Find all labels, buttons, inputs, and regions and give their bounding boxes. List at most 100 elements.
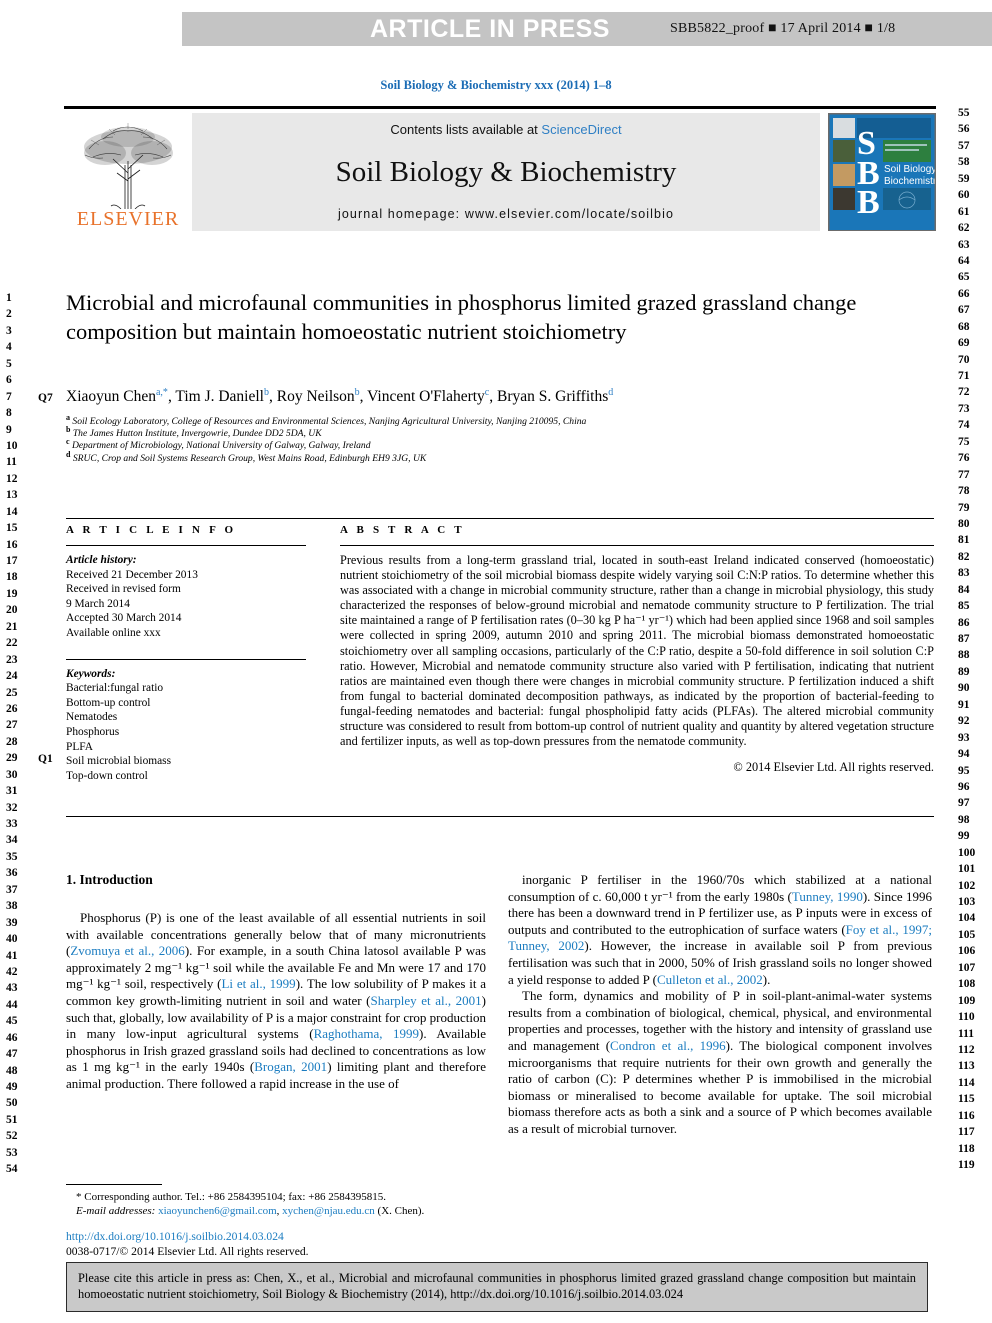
line-number: 89 xyxy=(958,665,970,678)
line-number: 103 xyxy=(958,896,976,908)
line-numbers-left: 1 2 3 4 5 6 7 8 9 10 11 12 13 14 15 16 17 18 19 20 21 22 23 24 2… xyxy=(6,290,36,1178)
line-number: 8 xyxy=(6,407,12,420)
line-number: 88 xyxy=(958,649,970,662)
line-number: 41 xyxy=(6,949,18,962)
contents-panel: Contents lists available at ScienceDirec… xyxy=(192,113,820,231)
author-list: Xiaoyun Chena,*, Tim J. Daniellb, Roy Ne… xyxy=(66,386,614,405)
article-history-item: 9 March 2014 xyxy=(66,597,130,610)
line-number: 6 xyxy=(6,374,12,387)
line-number: 86 xyxy=(958,616,970,629)
line-number: 3 xyxy=(6,324,12,337)
body-column-right: inorganic P fertiliser in the 1960/70s w… xyxy=(508,872,932,1138)
keywords-label: Keywords: xyxy=(66,667,116,680)
line-number: 115 xyxy=(958,1093,975,1106)
line-number: 19 xyxy=(6,587,18,600)
line-number: 114 xyxy=(958,1076,975,1089)
line-number: 75 xyxy=(958,435,970,448)
line-number: 45 xyxy=(6,1015,18,1028)
proof-info-label: SBB5822_proof ■ 17 April 2014 ■ 1/8 xyxy=(669,21,896,36)
line-number: 14 xyxy=(6,505,18,518)
line-number: 84 xyxy=(958,583,970,596)
article-history-block: Article history: Received 21 December 20… xyxy=(66,553,306,783)
line-number: 56 xyxy=(958,123,970,136)
line-number: 15 xyxy=(6,522,18,535)
abstract-text: Previous results from a long-term grassl… xyxy=(340,553,934,749)
keyword-item: Phosphorus xyxy=(66,725,120,738)
line-number: 70 xyxy=(958,353,970,366)
line-number: 47 xyxy=(6,1048,18,1061)
line-number: 69 xyxy=(958,337,970,350)
line-number: 94 xyxy=(958,748,970,761)
line-number: 5 xyxy=(6,357,12,370)
affiliation-list: a Soil Ecology Laboratory, College of Re… xyxy=(66,412,926,465)
line-number: 28 xyxy=(6,735,18,748)
line-number: 33 xyxy=(6,818,18,830)
article-history-item: Received in revised form xyxy=(66,583,181,596)
line-numbers-right: 55 56 57 58 59 60 61 62 63 64 65 66 67 68 69 70 71 72 73 74… xyxy=(958,105,990,1173)
line-number: 73 xyxy=(958,402,970,415)
email-link-2[interactable]: xychen@njau.edu.cn xyxy=(282,1205,375,1217)
line-number: 39 xyxy=(6,916,18,929)
line-number: 55 xyxy=(958,107,970,119)
issn-copyright-line: 0038-0717/© 2014 Elsevier Ltd. All right… xyxy=(66,1245,309,1258)
line-number: 58 xyxy=(958,156,970,169)
line-number: 109 xyxy=(958,994,976,1007)
line-number: 78 xyxy=(958,485,970,498)
journal-homepage-link[interactable]: journal homepage: www.elsevier.com/locat… xyxy=(338,207,674,221)
article-in-press-banner: ARTICLE IN PRESS SBB5822_proof ■ 17 Apri… xyxy=(182,12,992,46)
elsevier-tree-icon xyxy=(84,123,173,209)
line-number: 37 xyxy=(6,883,18,896)
line-number: 25 xyxy=(6,686,18,699)
line-number: 51 xyxy=(6,1113,18,1126)
line-number: 102 xyxy=(958,879,976,892)
email-link-1[interactable]: xiaoyunchen6@gmail.com xyxy=(158,1205,277,1217)
line-number: 1 xyxy=(6,292,12,304)
abstract-copyright: © 2014 Elsevier Ltd. All rights reserved… xyxy=(733,760,934,775)
line-number: 98 xyxy=(958,813,970,826)
line-number: 17 xyxy=(6,555,18,567)
email-owner: (X. Chen). xyxy=(377,1205,425,1218)
contents-prefix: Contents lists available at xyxy=(390,122,542,137)
line-number: 38 xyxy=(6,900,18,913)
info-top-divider xyxy=(66,518,934,519)
article-history-item: Accepted 30 March 2014 xyxy=(66,612,182,625)
line-number: 21 xyxy=(6,620,18,633)
line-number: 91 xyxy=(958,698,970,711)
line-number: 100 xyxy=(958,846,976,859)
line-number: 66 xyxy=(958,287,970,300)
line-number: 49 xyxy=(6,1081,18,1093)
line-number: 43 xyxy=(6,982,18,995)
line-number: 112 xyxy=(958,1043,975,1056)
line-number: 23 xyxy=(6,653,18,666)
line-number: 30 xyxy=(6,768,18,781)
line-number: 7 xyxy=(6,390,12,403)
line-number: 68 xyxy=(958,320,970,333)
keyword-item: PLFA xyxy=(66,740,94,753)
article-info-divider xyxy=(66,545,306,546)
affiliation-line: d SRUC, Crop and Soil Systems Research G… xyxy=(66,449,427,464)
svg-text:Biochemistry: Biochemistry xyxy=(884,176,935,187)
doi-block: http://dx.doi.org/10.1016/j.soilbio.2014… xyxy=(66,1229,486,1259)
article-info-heading: A R T I C L E I N F O xyxy=(66,524,237,536)
line-number: 57 xyxy=(958,139,970,152)
keyword-item: Top-down control xyxy=(66,769,148,782)
introduction-heading: 1. Introduction xyxy=(66,872,153,887)
line-number: 74 xyxy=(958,419,970,432)
keywords-divider xyxy=(66,658,306,660)
line-number: 27 xyxy=(6,719,18,732)
line-number: 13 xyxy=(6,489,18,502)
line-number: 44 xyxy=(6,998,18,1011)
keyword-item: Bacterial:fungal ratio xyxy=(66,682,164,695)
cover-art-icon: S B B Soil Biology & Biochemistry xyxy=(829,114,935,230)
intro-paragraph-right-2: The form, dynamics and mobility of P in … xyxy=(508,988,933,1136)
sciencedirect-link[interactable]: ScienceDirect xyxy=(541,122,621,137)
affiliation-line: a Soil Ecology Laboratory, College of Re… xyxy=(66,412,587,427)
keyword-item: Soil microbial biomass xyxy=(66,755,172,768)
line-number: 60 xyxy=(958,189,970,202)
line-number: 82 xyxy=(958,550,970,563)
line-number: 4 xyxy=(6,341,12,354)
line-number: 62 xyxy=(958,222,970,235)
doi-link[interactable]: http://dx.doi.org/10.1016/j.soilbio.2014… xyxy=(66,1229,486,1244)
elsevier-logo: ELSEVIER xyxy=(64,113,192,231)
affiliation-line: c Department of Microbiology, National U… xyxy=(66,437,371,452)
